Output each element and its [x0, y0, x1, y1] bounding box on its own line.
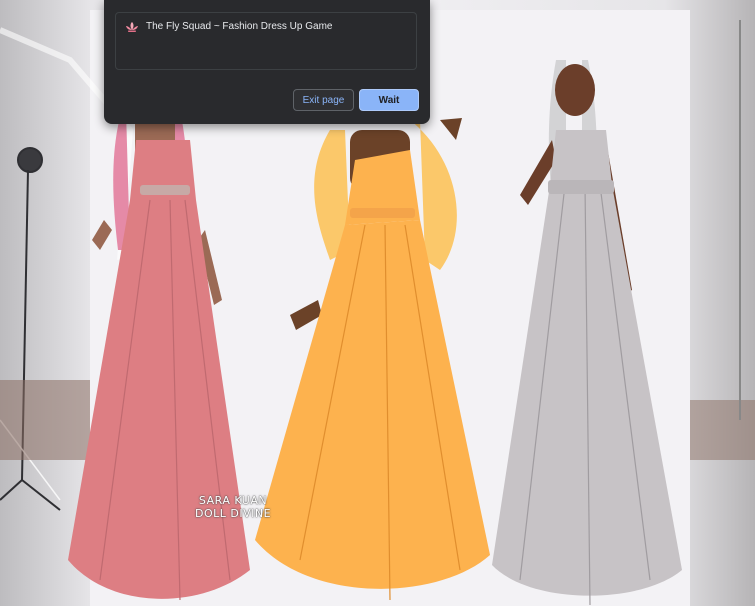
- wait-button[interactable]: Wait: [359, 89, 419, 111]
- studio-floor-left: [0, 380, 90, 460]
- leave-page-dialog: The Fly Squad ~ Fashion Dress Up Game Ex…: [104, 0, 430, 124]
- dialog-message-box: The Fly Squad ~ Fashion Dress Up Game: [115, 12, 417, 70]
- dialog-title: The Fly Squad ~ Fashion Dress Up Game: [146, 21, 333, 32]
- exit-page-button[interactable]: Exit page: [293, 89, 354, 111]
- watermark-line-1: SARA KUAN: [198, 494, 268, 507]
- game-watermark: SARA KUAN DOLL DIVINE: [188, 494, 278, 520]
- lotus-icon: [126, 22, 138, 32]
- watermark-line-2: DOLL DIVINE: [194, 507, 272, 520]
- studio-floor-right: [690, 400, 755, 460]
